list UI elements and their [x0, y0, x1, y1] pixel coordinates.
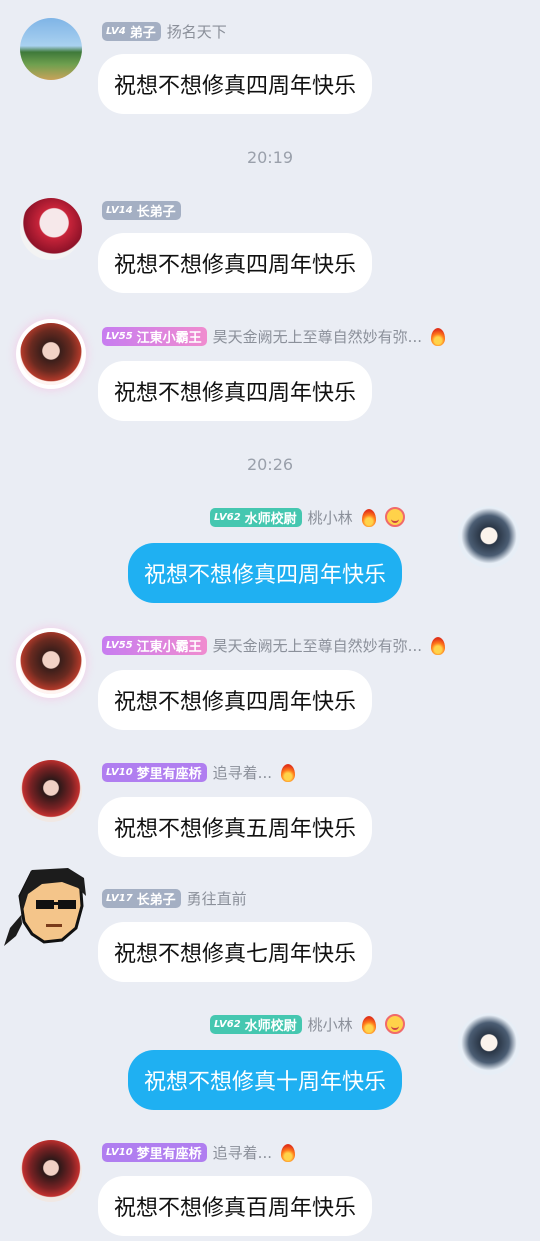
smile-icon: [384, 1014, 405, 1034]
timestamp: 20:19: [246, 148, 294, 167]
level-badge: LV10 梦里有座桥: [102, 762, 207, 782]
pixel-sunglasses-avatar-icon[interactable]: [2, 866, 94, 952]
nickname[interactable]: 扬名天下: [167, 21, 227, 42]
landscape-avatar-icon[interactable]: [20, 18, 82, 80]
nickname[interactable]: 桃小林: [308, 507, 353, 528]
nickname[interactable]: 勇往直前: [187, 888, 247, 909]
message-header: LV62 水师校尉 桃小林: [210, 506, 405, 528]
level-badge: LV17 长弟子: [102, 888, 181, 908]
nickname[interactable]: 追寻着...: [213, 1142, 272, 1163]
message-bubble[interactable]: 祝想不想修真四周年快乐: [98, 361, 373, 421]
message-header: LV17 长弟子 勇往直前: [102, 887, 247, 909]
message-bubble[interactable]: 祝想不想修真百周年快乐: [98, 1176, 373, 1236]
message-bubble-mine[interactable]: 祝想不想修真十周年快乐: [128, 1050, 403, 1110]
dark-hair-girl-avatar-icon[interactable]: [20, 632, 82, 694]
fire-icon: [359, 1013, 379, 1035]
blue-hair-man-avatar-icon[interactable]: [458, 1013, 520, 1075]
nickname[interactable]: 桃小林: [308, 1014, 353, 1035]
blue-hair-man-avatar-icon[interactable]: [458, 506, 520, 568]
nickname[interactable]: 追寻着...: [213, 762, 272, 783]
message-header: LV4 弟子 扬名天下: [102, 20, 227, 42]
dark-hair-girl-avatar-icon[interactable]: [20, 323, 82, 385]
fire-icon: [428, 634, 448, 656]
message-bubble[interactable]: 祝想不想修真四周年快乐: [98, 54, 373, 114]
smile-icon: [384, 507, 405, 527]
message-header: LV14 长弟子: [102, 199, 181, 221]
fire-icon: [359, 506, 379, 528]
red-girl-avatar-icon[interactable]: [20, 760, 82, 822]
red-hair-girl-avatar-icon[interactable]: [20, 198, 82, 260]
level-badge: LV4 弟子: [102, 21, 161, 41]
fire-icon: [428, 325, 448, 347]
nickname[interactable]: 昊天金阙无上至尊自然妙有弥...: [213, 635, 422, 656]
red-girl-avatar-icon[interactable]: [20, 1140, 82, 1202]
message-header: LV10 梦里有座桥 追寻着...: [102, 761, 298, 783]
level-badge: LV14 长弟子: [102, 200, 181, 220]
message-bubble[interactable]: 祝想不想修真五周年快乐: [98, 797, 373, 857]
campfire-icon: [278, 761, 298, 783]
message-bubble[interactable]: 祝想不想修真四周年快乐: [98, 670, 373, 730]
message-header: LV55 江東小霸王 昊天金阙无上至尊自然妙有弥...: [102, 634, 448, 656]
message-bubble[interactable]: 祝想不想修真四周年快乐: [98, 233, 373, 293]
nickname[interactable]: 昊天金阙无上至尊自然妙有弥...: [213, 326, 422, 347]
level-badge: LV62 水师校尉: [210, 507, 302, 527]
campfire-icon: [278, 1141, 298, 1163]
level-badge: LV10 梦里有座桥: [102, 1142, 207, 1162]
message-bubble-mine[interactable]: 祝想不想修真四周年快乐: [128, 543, 403, 603]
timestamp: 20:26: [246, 455, 294, 474]
message-header: LV62 水师校尉 桃小林: [210, 1013, 405, 1035]
level-badge: LV62 水师校尉: [210, 1014, 302, 1034]
message-header: LV10 梦里有座桥 追寻着...: [102, 1141, 298, 1163]
message-bubble[interactable]: 祝想不想修真七周年快乐: [98, 922, 373, 982]
level-badge: LV55 江東小霸王: [102, 326, 207, 346]
message-header: LV55 江東小霸王 昊天金阙无上至尊自然妙有弥...: [102, 325, 448, 347]
level-badge: LV55 江東小霸王: [102, 635, 207, 655]
